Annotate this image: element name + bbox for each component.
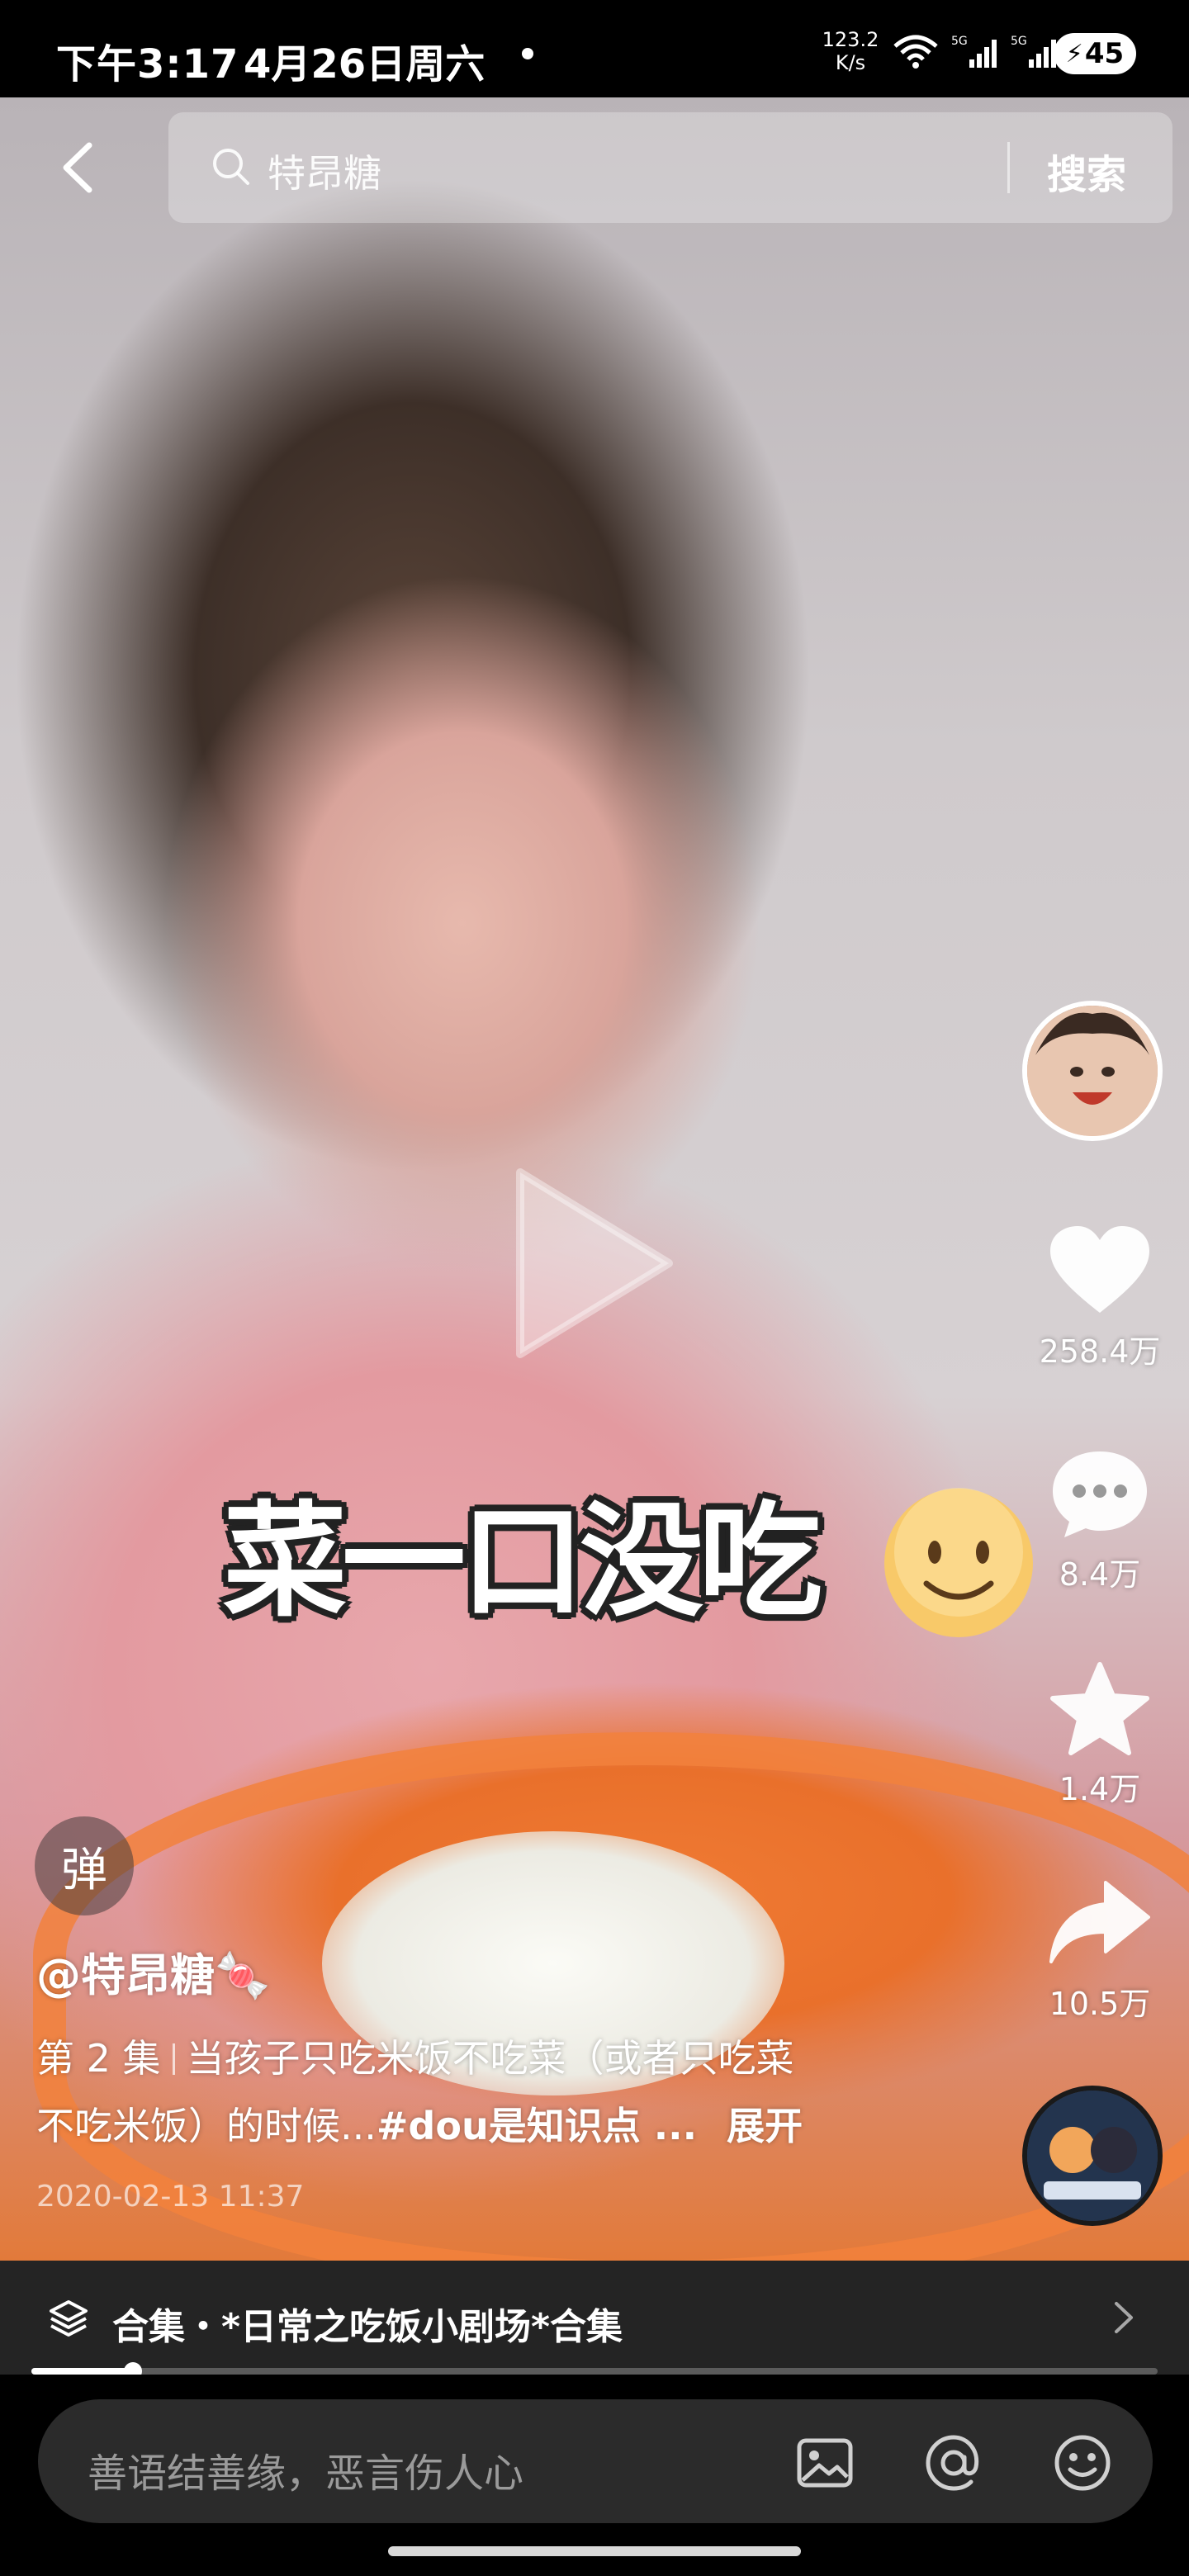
play-icon[interactable]: [495, 1156, 685, 1371]
emoji-icon[interactable]: [1052, 2432, 1113, 2493]
status-date: 4月26日周六: [244, 41, 486, 88]
favorite-count: 1.4万: [1059, 1771, 1141, 1807]
search-query[interactable]: 特昂糖: [268, 144, 381, 198]
layers-icon: [50, 2300, 88, 2337]
music-disc-cover-icon: [1027, 2091, 1158, 2221]
signal-5g-icon-2: 5G: [1011, 35, 1056, 68]
charging-bolt-icon: ⚡: [1065, 39, 1083, 69]
description-line-2: 不吃米饭）的时候...: [36, 2104, 377, 2148]
comment-bubble-icon: [1053, 1451, 1147, 1537]
image-icon[interactable]: [794, 2432, 855, 2493]
bottom-bar: 善语结善缘，恶言伤人心: [0, 2375, 1189, 2576]
favorite-button[interactable]: 1.4万: [1017, 1660, 1182, 1809]
comment-button[interactable]: 8.4万: [1017, 1445, 1182, 1594]
author-name[interactable]: @特昂糖🍬: [36, 1939, 270, 2004]
wifi-icon: [893, 35, 938, 69]
search-icon: [213, 149, 249, 185]
top-bar: 特昂糖 搜索: [0, 97, 1189, 239]
hashtag-link[interactable]: #dou是知识点 ...: [377, 2104, 697, 2148]
post-timestamp: 2020-02-13 11:37: [36, 2180, 305, 2214]
progress-fill: [31, 2368, 133, 2375]
danmu-toggle-button[interactable]: 弹: [35, 1816, 134, 1915]
status-time: 下午3:17: [56, 41, 239, 88]
search-divider: [1007, 142, 1010, 193]
mention-icon[interactable]: [923, 2432, 984, 2493]
signal-5g-icon: 5G: [951, 35, 997, 68]
share-count: 10.5万: [1049, 1986, 1151, 2022]
description-line-1: 当孩子只吃米饭不吃菜（或者只吃菜: [186, 2036, 794, 2081]
expand-button[interactable]: 展开: [727, 2104, 803, 2148]
avatar-face-icon: [1027, 1006, 1158, 1136]
like-count: 258.4万: [1039, 1333, 1161, 1370]
collection-bar[interactable]: 合集・*日常之吃饭小剧场*合集: [0, 2261, 1189, 2375]
network-speed: 123.2 K/s: [822, 28, 879, 74]
share-button[interactable]: 10.5万: [1017, 1874, 1182, 2024]
home-indicator[interactable]: [388, 2546, 801, 2556]
comment-count: 8.4万: [1059, 1556, 1141, 1593]
battery-indicator: ⚡ 45: [1054, 33, 1136, 74]
share-arrow-icon: [1049, 1881, 1150, 1963]
chevron-right-icon: [1115, 2302, 1133, 2333]
episode-label: 第 2 集: [36, 2036, 161, 2081]
comment-placeholder: 善语结善缘，恶言伤人心: [88, 2451, 524, 2497]
svg-text:5G: 5G: [951, 35, 968, 48]
episode-divider: [172, 2043, 175, 2075]
music-disc[interactable]: [1022, 2086, 1163, 2226]
collection-label: 合集・*日常之吃饭小剧场*合集: [112, 2306, 623, 2348]
smiley-emoji-icon: [884, 1488, 1033, 1637]
video-description[interactable]: 第 2 集当孩子只吃米饭不吃菜（或者只吃菜 不吃米饭）的时候...#dou是知识…: [36, 2024, 928, 2160]
search-box[interactable]: 特昂糖 搜索: [168, 112, 1172, 223]
svg-text:5G: 5G: [1011, 35, 1027, 48]
back-arrow-icon[interactable]: [53, 139, 102, 197]
like-button[interactable]: 258.4万: [1017, 1222, 1182, 1371]
comment-input[interactable]: 善语结善缘，恶言伤人心: [38, 2399, 1153, 2523]
video-overlay-caption: 菜一口没吃: [223, 1490, 822, 1634]
author-avatar[interactable]: [1022, 1001, 1163, 1141]
heart-icon: [1050, 1226, 1149, 1313]
notification-dot-icon: [522, 48, 533, 59]
search-button[interactable]: 搜索: [1047, 142, 1126, 200]
status-bar: 下午3:17 4月26日周六 123.2 K/s 5G 5G ⚡ 45: [0, 0, 1189, 97]
video-progress-bar[interactable]: [31, 2362, 1158, 2380]
star-icon: [1050, 1662, 1149, 1755]
